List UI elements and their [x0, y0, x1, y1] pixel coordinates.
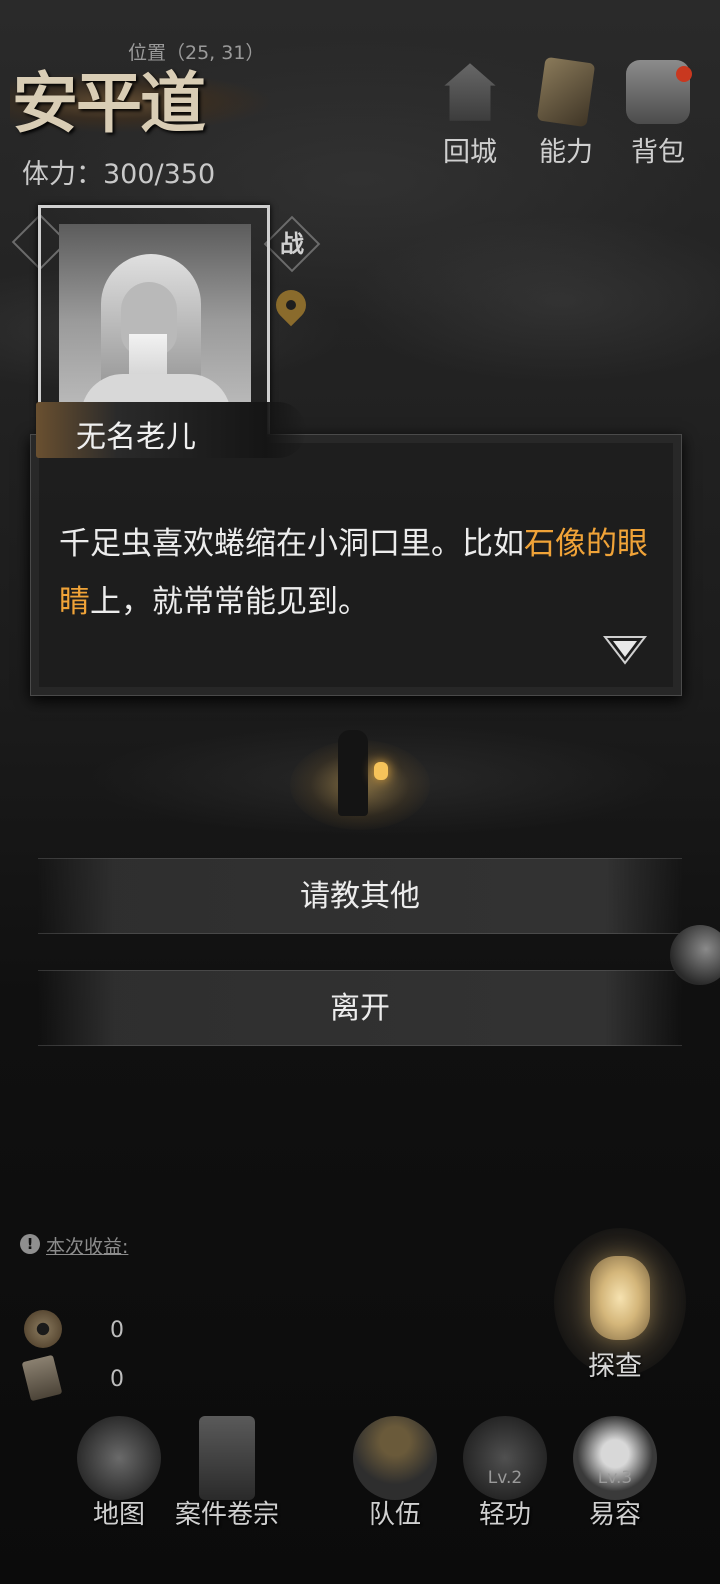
- nav-case-files[interactable]: 案件卷宗: [172, 1416, 282, 1536]
- bag-label: 背包: [631, 137, 685, 168]
- info-icon[interactable]: !: [20, 1234, 40, 1254]
- notification-dot: [676, 66, 692, 82]
- dialog-text: 千足虫喜欢蜷缩在小洞口里。比如石像的眼睛上，就常常能见到。: [59, 515, 649, 631]
- qinggong-level: Lv.2: [487, 1468, 523, 1488]
- npc-portrait: [59, 224, 251, 416]
- nav-qinggong[interactable]: Lv.2 轻功: [450, 1416, 560, 1536]
- city-gate-icon: [444, 63, 496, 121]
- return-city-label: 回城: [443, 137, 497, 168]
- nav-disguise[interactable]: Lv.3 易容: [560, 1416, 670, 1536]
- nav-map-label: 地图: [92, 1500, 145, 1530]
- case-file-icon: [199, 1416, 255, 1500]
- battle-marker-text: 战: [280, 230, 304, 258]
- explore-label: 探查: [588, 1351, 642, 1382]
- team-icon: [353, 1416, 437, 1500]
- coin-count: 0: [110, 1318, 124, 1343]
- dialog-text-part2: 上，就常常能见到。: [90, 584, 369, 620]
- nav-qinggong-label: 轻功: [478, 1500, 531, 1530]
- coin-icon: [24, 1310, 62, 1348]
- option-ask-other-button[interactable]: 请教其他: [38, 858, 682, 934]
- income-label[interactable]: 本次收益:: [46, 1232, 128, 1259]
- ability-button[interactable]: 能力: [526, 56, 606, 170]
- note-count: 0: [110, 1367, 124, 1392]
- ability-label: 能力: [539, 137, 593, 168]
- option-leave-button[interactable]: 离开: [38, 970, 682, 1046]
- bag-button[interactable]: 背包: [618, 60, 698, 170]
- nav-map[interactable]: 地图: [64, 1416, 174, 1536]
- nav-case-label: 案件卷宗: [174, 1500, 279, 1530]
- nav-disguise-label: 易容: [588, 1500, 641, 1530]
- disguise-level: Lv.3: [597, 1468, 633, 1488]
- nav-team[interactable]: 队伍: [340, 1416, 450, 1536]
- stamina-label: 体力：300/350: [22, 159, 216, 190]
- dialog-box[interactable]: 千足虫喜欢蜷缩在小洞口里。比如石像的眼睛上，就常常能见到。: [30, 434, 682, 696]
- map-scroll-icon: [77, 1416, 161, 1500]
- dialog-text-part1: 千足虫喜欢蜷缩在小洞口里。比如: [59, 526, 524, 562]
- player-lantern-icon: [374, 762, 388, 780]
- mask-icon: Lv.3: [573, 1416, 657, 1500]
- npc-name: 无名老儿: [76, 420, 196, 455]
- player-character: [338, 730, 368, 816]
- return-city-button[interactable]: 回城: [430, 60, 510, 170]
- position-label: 位置（25, 31）: [128, 42, 265, 64]
- dialog-continue-icon[interactable]: [601, 633, 649, 667]
- boot-icon: Lv.2: [463, 1416, 547, 1500]
- lantern-icon: [590, 1256, 650, 1340]
- scroll-book-icon: [536, 56, 596, 128]
- nav-team-label: 队伍: [368, 1500, 421, 1530]
